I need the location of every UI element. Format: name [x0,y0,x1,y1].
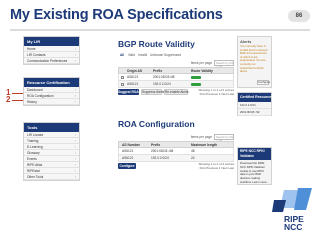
tab-all[interactable]: All [120,51,124,59]
bgp-table: All Valid Invalid Unknown Suppressed Ite… [118,51,234,96]
rpki-validator-heading: RIPE NCC RPKI Validator [238,148,271,160]
row-checkbox[interactable] [121,75,124,79]
sidebar-item-label: Other Tools [27,175,44,179]
items-per-page-select[interactable]: Items per page [191,59,212,67]
sidebar-item-label: Home [27,47,36,51]
cell-prefix: 192.0.2.0/24 [153,82,171,86]
re-enable-alerts-button[interactable]: Re-enable Alerts [164,89,189,95]
sidebar-resource-certification: Resource Certification Dashboard › ROA Co… [23,77,80,106]
chevron-right-icon: › [74,59,76,63]
slide-title: My Existing ROA Specifications [10,7,223,23]
cell-prefix: 2001:0DC8::/48 [151,149,174,153]
alerts-panel: Alerts You currently have 0 invalid and … [237,36,272,88]
table-row[interactable]: AS6121 2001:0DC8::/48 48 [118,148,234,155]
sidebar-tools: Tools LIR Locator › Training › E-Learning ›… [23,122,80,181]
roa-configuration-heading: ROA Configuration [118,119,195,129]
certified-resources-heading: Certified Resources [238,93,273,102]
roa-table-footer: Configure Showing 1 to 2 of 2 entries Fi… [118,162,234,170]
rpki-validator-text[interactable]: Download the RIPE NCC RPKI Validator too… [238,160,271,187]
configure-button[interactable]: Configure [118,163,136,169]
roa-search-input[interactable]: Search by AS or IP [214,134,234,143]
bgp-search-input[interactable]: Search by AS or IP [214,60,234,69]
tab-unknown[interactable]: Unknown [150,51,163,59]
bgp-table-footer: Suggest ROAs Suppress Alerts Re-enable A… [118,88,234,96]
sidebar-item-history[interactable]: History › [24,99,79,105]
valid-status-badge [191,75,201,79]
row-checkbox[interactable] [121,82,124,86]
certified-resource-item: 192.0.2.0/24 [238,102,271,109]
sidebar-item-label: Communication Preferences [27,59,68,63]
items-per-page-select[interactable]: Items per page [191,133,212,141]
roa-toolbar: Items per page Search by AS or IP [118,133,234,143]
sidebar-item-label: LIR Contacts [27,53,46,57]
roa-table: Items per page Search by AS or IP AS Num… [118,133,234,170]
bgp-toolbar: All Valid Invalid Unknown Suppressed [118,51,234,59]
cell-as: AS6121 [127,75,139,79]
cell-as: AS6121 [122,156,134,160]
cell-as: AS6121 [122,149,134,153]
tab-suppressed[interactable]: Suppressed [164,51,181,59]
bgp-table-header: Origin AS Prefix Route Validity [118,67,234,74]
bgp-pagination[interactable]: First Previous 1 Next Last [200,90,234,98]
callout-arrow-1 [12,93,23,94]
suppress-alerts-button[interactable]: Suppress Alerts [141,89,164,95]
certified-resource-item: 2001:0DC8::/32 [238,109,271,116]
sidebar-item-label: Dashboard [27,88,43,92]
sidebar-heading-my-lir: My LIR [24,37,79,46]
title-divider [10,29,310,31]
cell-max-length: 48 [191,149,195,153]
sidebar-item-label: RIPEstat [27,169,40,173]
sidebar-heading-resource-certification: Resource Certification [24,78,79,87]
chevron-right-icon: › [74,100,76,104]
tab-valid[interactable]: Valid [128,51,135,59]
sidebar-item-communication-preferences[interactable]: Communication Preferences › [24,58,79,64]
sidebar-item-label: Events [27,157,37,161]
cell-prefix: 192.0.2.0/24 [151,156,169,160]
roa-table-header: AS Number Prefix Maximum length [118,141,234,148]
sidebar-item-label: E-Learning [27,145,43,149]
cell-max-length: 24 [191,156,195,160]
suggest-roas-button[interactable]: Suggest ROAs [118,89,140,95]
certified-resources-panel: Certified Resources 192.0.2.0/24 2001:0D… [237,92,273,116]
sidebar-item-label: ROA Configuration [27,94,54,98]
sidebar-item-label: RIPE Atlas [27,163,43,167]
rpki-validator-panel: RIPE NCC RPKI Validator Download the RIP… [237,147,272,185]
roa-pagination[interactable]: First Previous 1 Next Last [200,164,234,172]
page-number-badge: 86 [288,10,310,22]
callout-marker-2: 2 [6,95,11,104]
sidebar-item-other-tools[interactable]: Other Tools › [24,174,79,180]
ripe-ncc-logo-text: RIPE NCC [284,215,304,232]
table-row[interactable]: AS6121 2001:0DC8:/48 [118,74,234,81]
bgp-route-validity-heading: BGP Route Validity [118,39,195,49]
logo-line-2: NCC [284,222,303,232]
chevron-right-icon: › [74,175,76,179]
callout-arrow-2 [12,100,23,101]
bgp-toolbar-2: Items per page Search by AS or IP [118,59,234,69]
sidebar-heading-tools: Tools [24,123,79,132]
sidebar-my-lir: My LIR Home › LIR Contacts › Communication… [23,36,80,65]
alerts-configure-button[interactable]: Configure [257,80,270,85]
sidebar-item-label: LIR Locator [27,133,44,137]
sidebar-item-label: Training [27,139,39,143]
tab-invalid[interactable]: Invalid [138,51,147,59]
cell-prefix: 2001:0DC8:/48 [153,75,175,79]
sidebar-item-label: Glossary [27,151,40,155]
alerts-message: You currently have 0 invalid and 2 unkno… [240,44,268,74]
cell-as: AS6121 [127,82,139,86]
sidebar-item-label: History [27,100,37,104]
